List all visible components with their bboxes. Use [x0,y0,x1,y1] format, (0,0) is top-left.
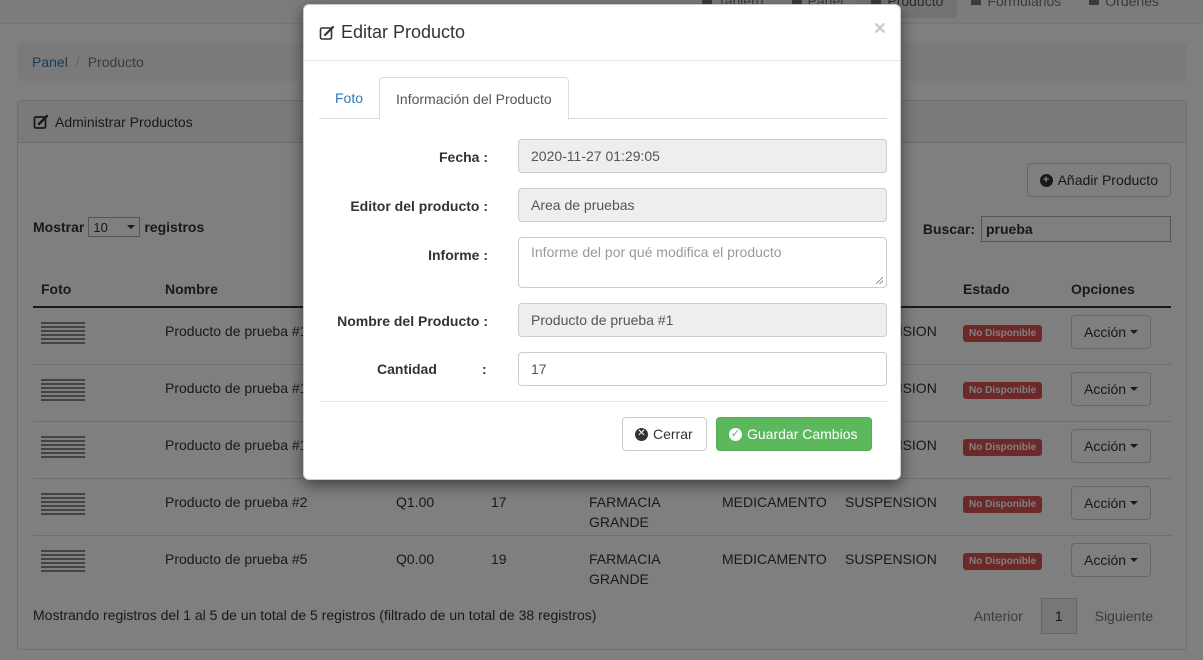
cantidad-colon: : [482,361,487,377]
editor-label: Editor del producto : [350,198,488,214]
cantidad-label: Cantidad [377,361,437,377]
modal-tabs: Foto Información del Producto [319,77,887,120]
save-button-label: Guardar Cambios [747,426,858,442]
tab-informacion[interactable]: Información del Producto [379,77,569,120]
save-changes-button[interactable]: ✓ Guardar Cambios [716,417,872,451]
modal-title: Editar Producto [341,22,466,42]
modal-header: Editar Producto [304,5,900,61]
close-button[interactable]: ✕ Cerrar [622,417,707,451]
form-row-informe: Informe : Informe del por qué modifica e… [319,237,887,288]
form-row-fecha: Fecha : 2020-11-27 01:29:05 [319,139,887,173]
informe-placeholder: Informe del por qué modifica el producto [531,244,782,260]
nombre-field[interactable]: Producto de prueba #1 [518,303,887,337]
resize-grip-icon[interactable] [876,277,883,284]
times-circle-icon: ✕ [635,427,648,441]
edit-icon [319,25,335,40]
check-circle-icon: ✓ [729,427,742,441]
form-row-editor: Editor del producto : Area de pruebas [319,188,887,222]
close-icon[interactable]: × [874,18,886,39]
editor-field[interactable]: Area de pruebas [518,188,887,222]
tab-foto[interactable]: Foto [319,77,379,119]
informe-label: Informe : [428,247,488,263]
informe-textarea[interactable]: Informe del por qué modifica el producto [518,237,887,288]
edit-product-modal: Editar Producto × Foto Información del P… [303,4,901,480]
cantidad-input[interactable]: 17 [518,352,887,386]
modal-footer-divider [319,401,887,402]
close-button-label: Cerrar [653,426,693,442]
fecha-field[interactable]: 2020-11-27 01:29:05 [518,139,887,173]
fecha-label: Fecha : [438,149,488,165]
form-row-nombre: Nombre del Producto : Producto de prueba… [319,303,887,337]
nombre-label: Nombre del Producto : [337,313,488,329]
